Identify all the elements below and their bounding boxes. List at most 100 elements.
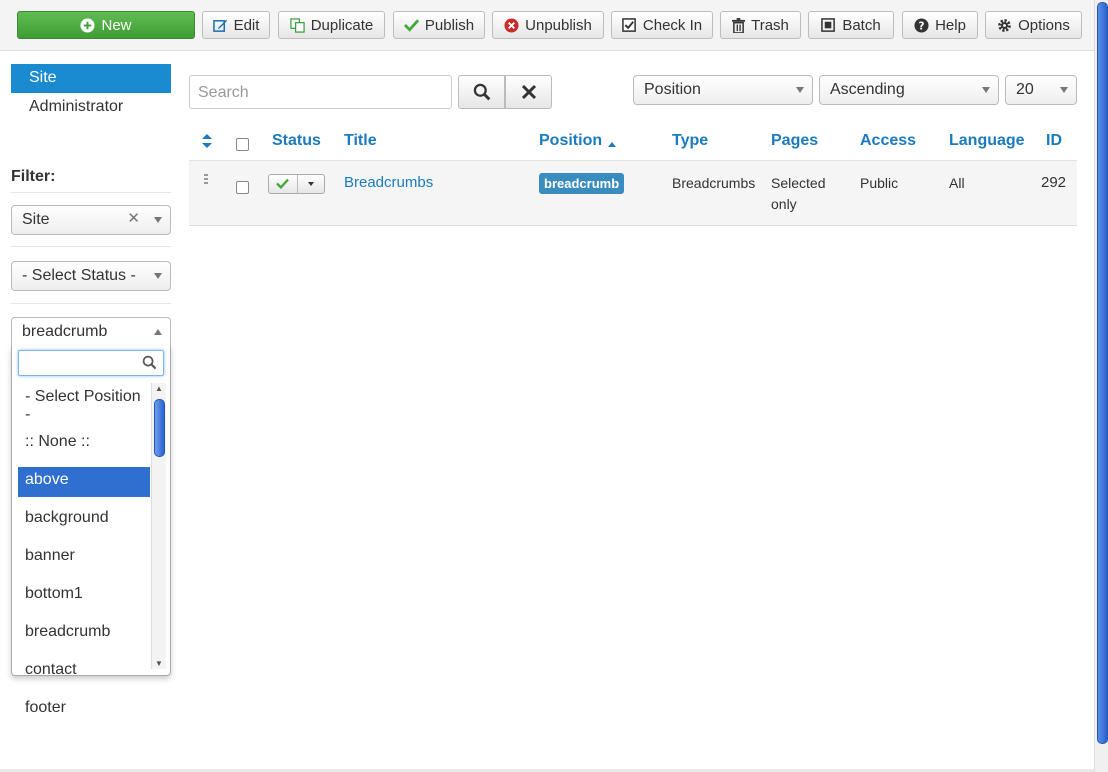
new-button[interactable]: New [17, 11, 195, 39]
duplicate-button[interactable]: Duplicate [278, 11, 385, 39]
chevron-down-icon [154, 217, 162, 223]
divider [11, 246, 171, 247]
toolbar: New Edit Duplicate Publish Unpublish Che… [0, 0, 1094, 51]
column-header-language[interactable]: Language [949, 132, 1025, 150]
order-by-select[interactable]: Position [633, 75, 813, 105]
position-option[interactable]: breadcrumb [18, 619, 150, 649]
trash-button[interactable]: Trash [720, 11, 801, 39]
dropdown-scrollbar[interactable]: ▲ ▼ [151, 383, 166, 669]
position-filter-select[interactable]: breadcrumb [11, 317, 171, 347]
client-filter-select[interactable]: Site ✕ [11, 205, 171, 235]
chevron-down-icon [796, 87, 804, 93]
options-button[interactable]: Options [985, 11, 1082, 39]
scroll-down-arrow-icon[interactable]: ▼ [155, 659, 163, 668]
chevron-down-icon[interactable] [308, 182, 314, 186]
position-option-highlighted[interactable]: above [18, 467, 150, 497]
batch-icon [821, 17, 836, 33]
edit-button-label: Edit [233, 16, 260, 34]
row-language: All [949, 175, 965, 191]
check-icon [276, 178, 289, 189]
search-icon [142, 355, 157, 370]
position-option[interactable]: background [18, 505, 150, 535]
drag-handle-icon[interactable] [204, 174, 208, 186]
position-filter-value: breadcrumb [22, 323, 108, 340]
options-button-label: Options [1018, 16, 1070, 34]
client-filter-value: Site [22, 211, 50, 228]
column-header-status[interactable]: Status [272, 132, 321, 150]
search-icon [473, 83, 491, 101]
status-toggle-button[interactable] [268, 174, 325, 194]
position-dropdown: - Select Position - :: None :: above bac… [11, 346, 171, 716]
edit-button[interactable]: Edit [202, 11, 270, 39]
trash-icon [732, 17, 746, 33]
row-pages-line1: Selected [771, 175, 826, 191]
order-by-value: Position [644, 81, 701, 98]
plus-circle-icon [80, 17, 96, 33]
position-option[interactable]: bottom1 [18, 581, 150, 611]
unpublish-button[interactable]: Unpublish [492, 11, 604, 39]
position-search-input[interactable] [18, 350, 164, 376]
position-options-list: - Select Position - :: None :: above bac… [18, 383, 150, 725]
trash-button-label: Trash [751, 16, 789, 34]
row-access: Public [860, 175, 899, 191]
ordering-sort-icon[interactable] [201, 134, 213, 153]
row-checkbox[interactable] [236, 181, 249, 194]
clear-icon[interactable]: ✕ [127, 209, 140, 227]
status-filter-value: - Select Status - [22, 267, 136, 284]
sort-ascending-icon [607, 136, 617, 154]
search-button[interactable] [458, 75, 505, 109]
help-button[interactable]: ? Help [902, 11, 978, 39]
gear-icon [997, 18, 1012, 33]
remove-circle-icon [504, 17, 519, 33]
batch-button-label: Batch [842, 16, 881, 34]
clear-search-button[interactable] [505, 75, 552, 109]
sidebar-item-administrator[interactable]: Administrator [29, 98, 123, 116]
column-header-id[interactable]: ID [1046, 132, 1062, 150]
duplicate-button-label: Duplicate [310, 16, 374, 34]
column-header-access[interactable]: Access [860, 132, 916, 150]
divider [11, 192, 171, 193]
check-in-button[interactable]: Check In [611, 11, 713, 39]
select-all-checkbox[interactable] [236, 138, 249, 151]
check-in-button-label: Check In [642, 16, 703, 34]
limit-select[interactable]: 20 [1005, 75, 1077, 105]
batch-button[interactable]: Batch [808, 11, 894, 39]
publish-button[interactable]: Publish [393, 11, 485, 39]
unpublish-button-label: Unpublish [525, 16, 592, 34]
edit-icon [212, 18, 228, 33]
window-scrollbar-thumb[interactable] [1097, 2, 1108, 744]
search-input[interactable]: Search [189, 75, 452, 109]
copy-icon [290, 17, 305, 33]
row-pages-line2: only [771, 196, 797, 212]
close-icon [521, 84, 537, 100]
status-filter-select[interactable]: - Select Status - [11, 261, 171, 291]
position-option[interactable]: banner [18, 543, 150, 573]
position-option[interactable]: contact [18, 657, 150, 687]
scroll-up-arrow-icon[interactable]: ▲ [155, 384, 163, 393]
position-option[interactable]: :: None :: [18, 429, 150, 459]
publish-button-label: Publish [424, 16, 475, 34]
row-title-link[interactable]: Breadcrumbs [344, 174, 433, 191]
divider [297, 175, 298, 193]
new-button-label: New [101, 16, 132, 34]
dropdown-scrollbar-thumb[interactable] [154, 399, 165, 457]
checkbox-icon [622, 17, 637, 33]
direction-select[interactable]: Ascending [819, 75, 999, 105]
row-type: Breadcrumbs [672, 175, 756, 191]
help-button-label: Help [935, 16, 966, 34]
chevron-down-icon [1060, 87, 1068, 93]
column-header-position[interactable]: Position [539, 132, 602, 150]
column-header-title[interactable]: Title [344, 132, 377, 150]
help-icon: ? [914, 17, 929, 33]
filter-heading: Filter: [11, 168, 56, 185]
position-option[interactable]: footer [18, 695, 150, 725]
chevron-up-icon [154, 329, 162, 335]
column-header-type[interactable]: Type [672, 132, 708, 150]
sidebar-item-site[interactable]: Site [11, 64, 171, 93]
column-header-pages[interactable]: Pages [771, 132, 818, 150]
limit-value: 20 [1016, 81, 1034, 98]
window-scrollbar[interactable] [1094, 0, 1108, 772]
chevron-down-icon [154, 273, 162, 279]
position-option[interactable]: - Select Position - [18, 383, 150, 434]
chevron-down-icon [982, 87, 990, 93]
